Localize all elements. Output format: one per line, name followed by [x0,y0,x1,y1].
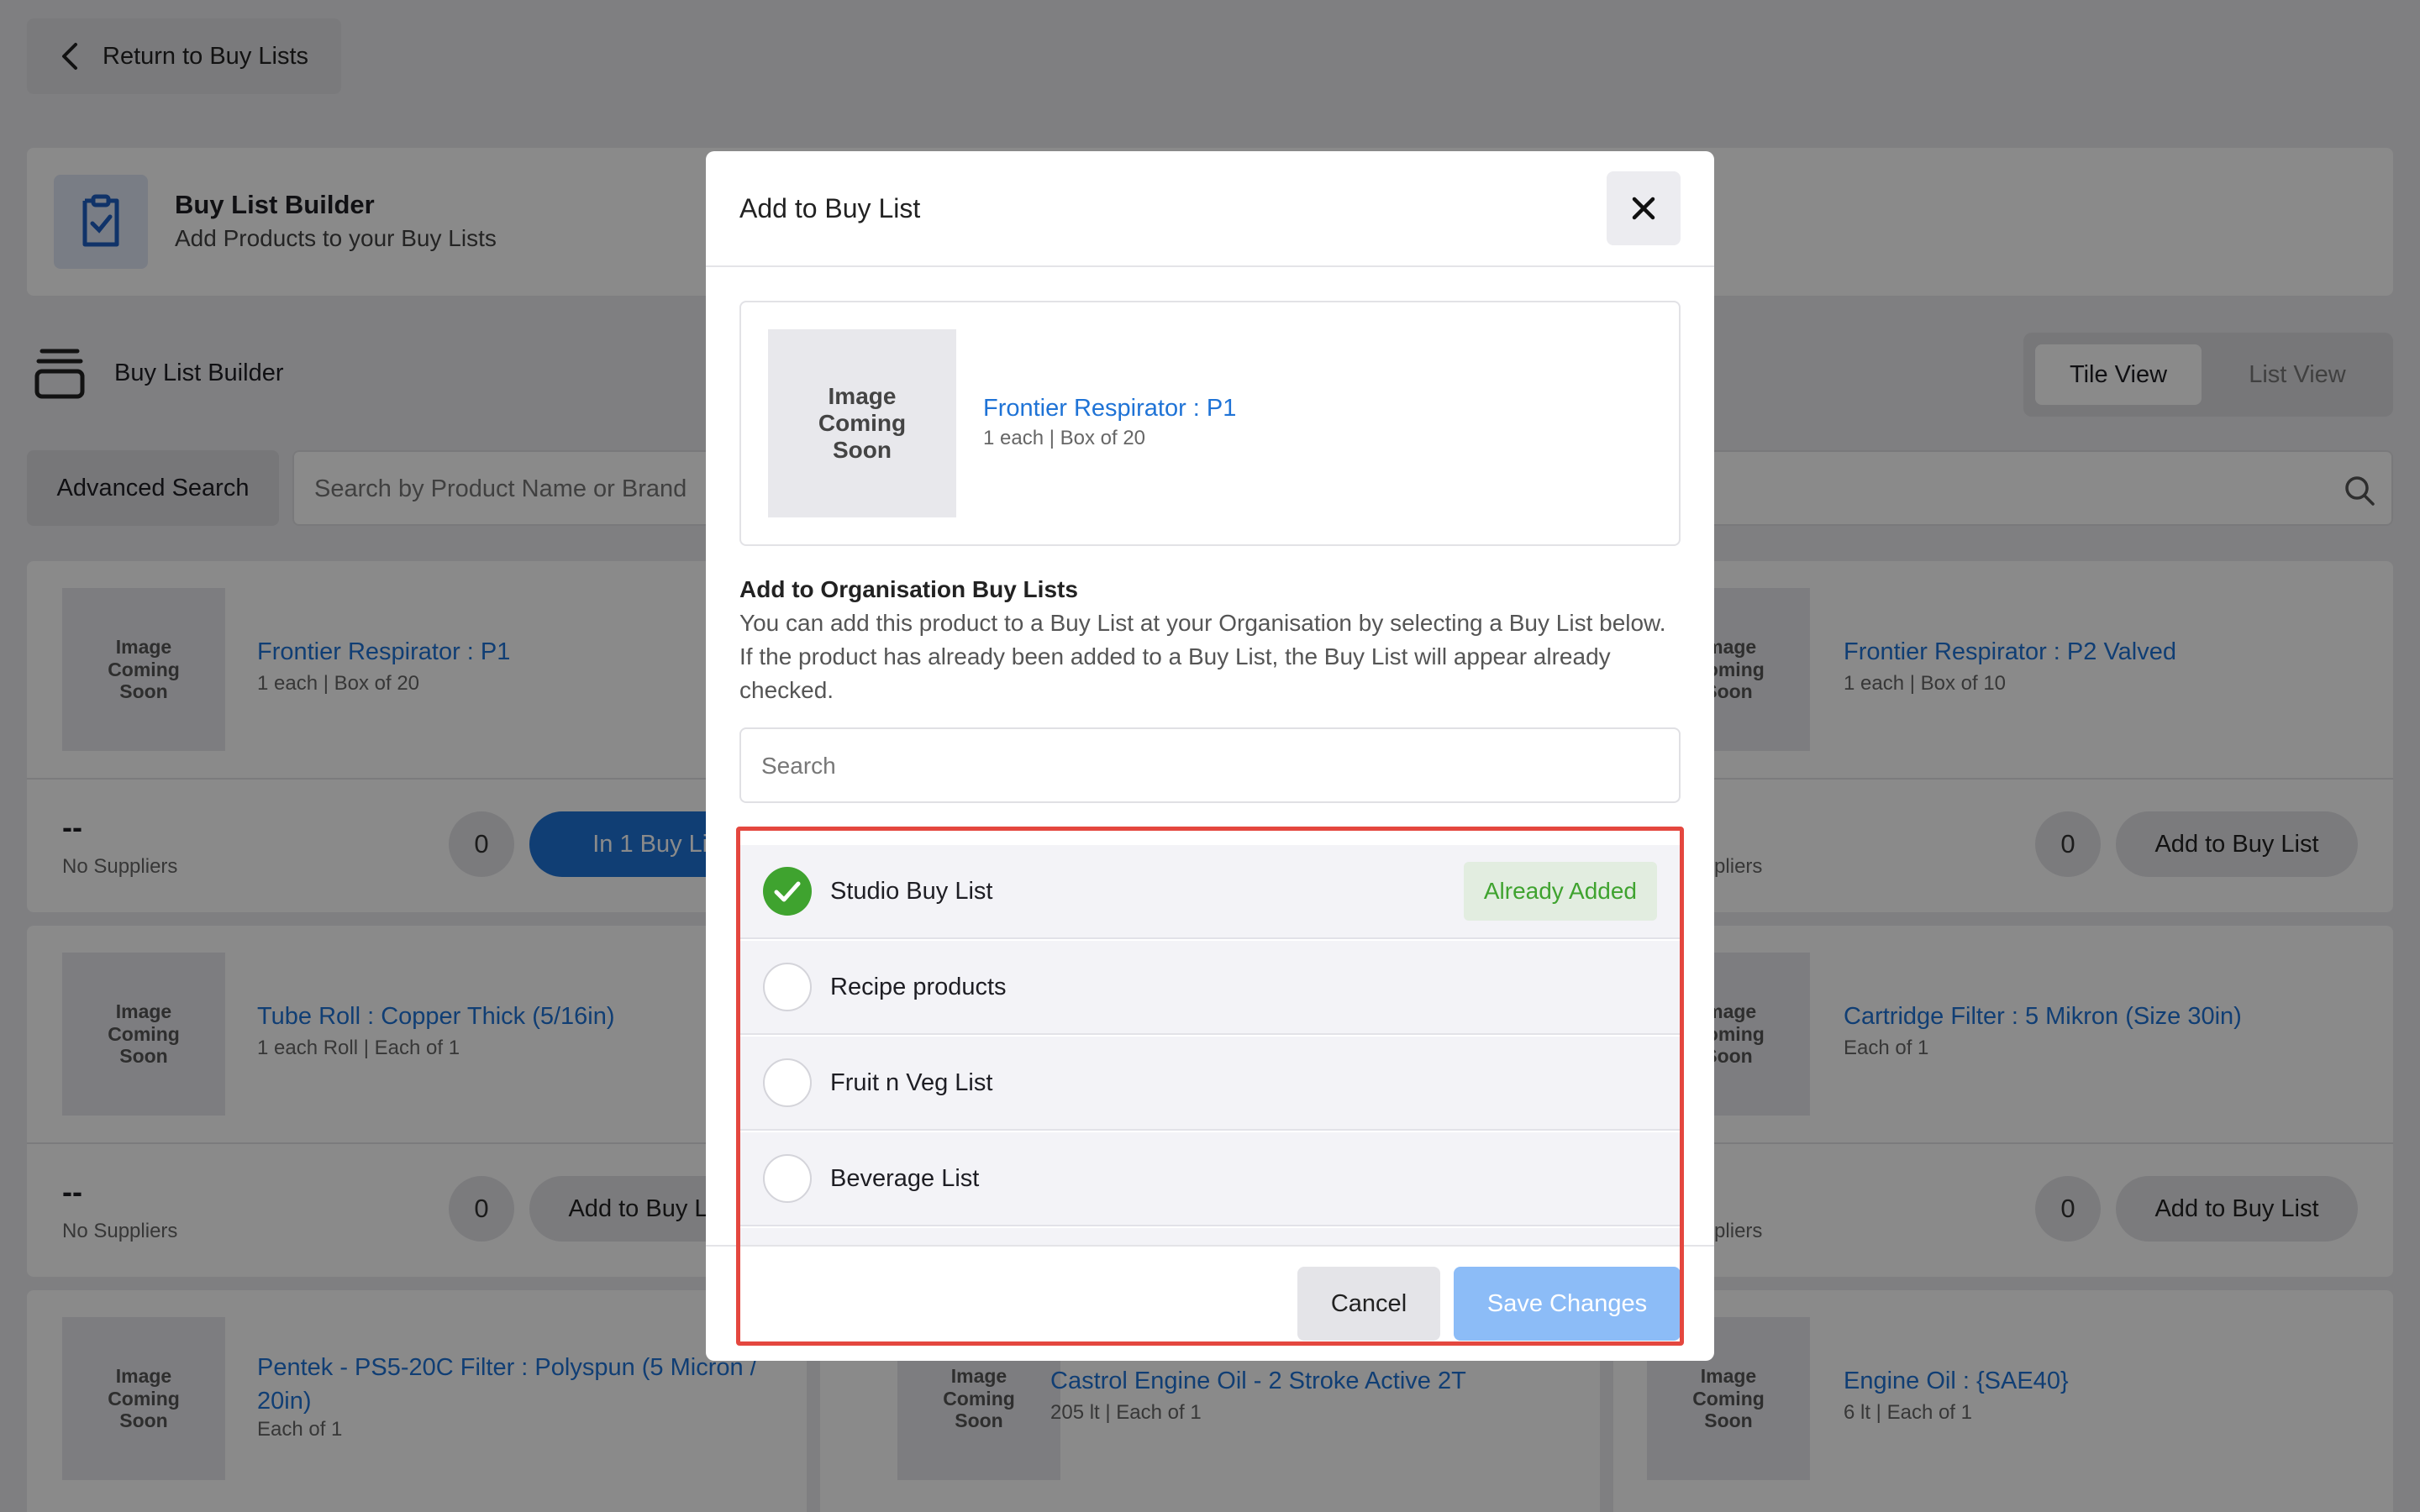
buy-list-option-label: Fruit n Veg List [830,1068,993,1096]
buy-list-option-label: Beverage List [830,1164,980,1192]
buy-list-option[interactable]: Beverage List [739,1132,1681,1226]
buy-list-option[interactable]: Studio Buy List Already Added [739,845,1681,939]
close-button[interactable] [1607,171,1681,245]
modal-title: Add to Buy List [739,193,921,223]
modal-header-divider [706,265,1714,267]
radio-unchecked-icon[interactable] [763,1058,812,1107]
buy-list-option[interactable]: Recipe products [739,941,1681,1035]
modal-product-pack-size: 1 each | Box of 20 [983,427,1146,449]
buy-list-option[interactable]: Fruit n Veg List [739,1037,1681,1131]
radio-unchecked-icon[interactable] [763,963,812,1011]
modal-footer-divider [706,1245,1714,1247]
buy-list-option-label: Studio Buy List [830,877,993,905]
org-buy-lists-description: You can add this product to a Buy List a… [739,610,1666,703]
org-buy-lists-heading: Add to Organisation Buy Lists [739,576,1078,602]
buy-list-search-input[interactable]: Search [739,727,1681,803]
close-icon [1631,196,1656,221]
product-image-placeholder: Image Coming Soon [768,329,956,517]
save-changes-button[interactable]: Save Changes [1454,1267,1681,1341]
buy-list-option-label: Recipe products [830,973,1007,1000]
checked-icon [763,867,812,916]
buy-list-search-placeholder: Search [761,753,836,779]
modal-product-card: Image Coming Soon Frontier Respirator : … [739,301,1681,546]
already-added-badge: Already Added [1463,862,1657,921]
modal-product-name-link[interactable]: Frontier Respirator : P1 [983,395,1236,423]
cancel-button[interactable]: Cancel [1297,1267,1440,1341]
add-to-buy-list-modal: Add to Buy List Image Coming Soon Fronti… [706,151,1714,1361]
radio-unchecked-icon[interactable] [763,1154,812,1203]
list-overflow-strip [739,1228,1681,1245]
